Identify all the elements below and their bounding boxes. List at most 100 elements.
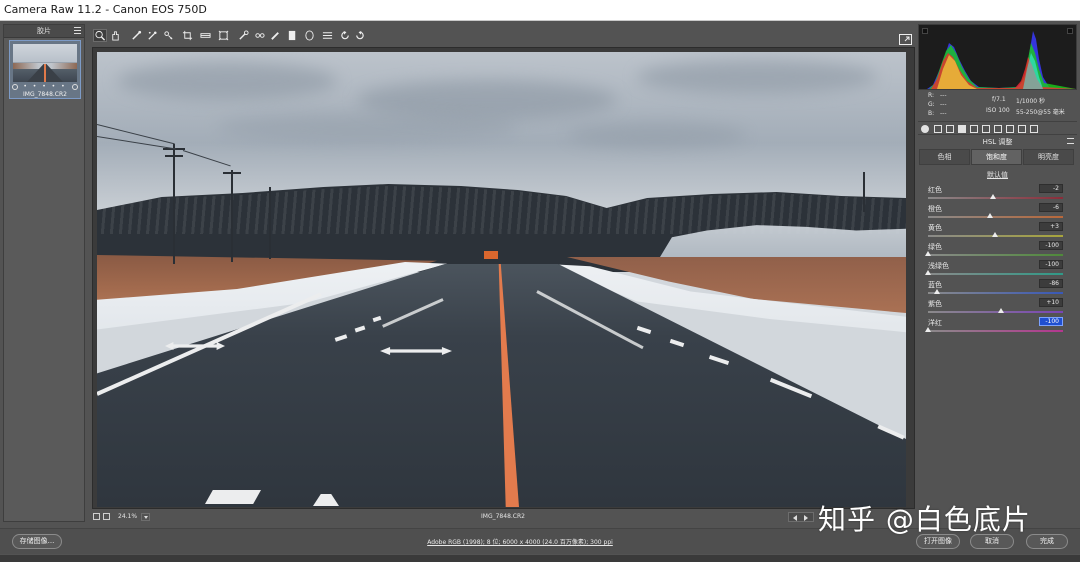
slider-row-aqua: 浅绿色 -100 (918, 260, 1077, 280)
default-link[interactable]: 默认值 (918, 170, 1077, 180)
presets-icon[interactable] (1018, 125, 1026, 133)
zoom-tool-icon[interactable] (93, 29, 107, 42)
slider-row-blue: 蓝色 -86 (918, 279, 1077, 299)
preview-photo[interactable] (97, 52, 906, 507)
g-value: --- (940, 101, 947, 108)
effects-panel-icon[interactable] (994, 125, 1002, 133)
adjustment-brush-icon[interactable] (270, 30, 281, 41)
iso: ISO 100 (986, 107, 1010, 114)
adjustment-panel: R: --- G: --- B: --- f/7.1 1/1000 秒 ISO … (918, 24, 1077, 522)
tab-hue[interactable]: 色相 (919, 149, 970, 165)
slider-value-magenta[interactable]: -100 (1039, 317, 1063, 326)
image-navigation[interactable] (788, 512, 814, 522)
panel-menu-icon[interactable] (1067, 138, 1074, 144)
basic-panel-icon[interactable] (921, 125, 929, 133)
slider-track-purple[interactable] (928, 311, 1063, 313)
slider-label-aqua: 浅绿色 (928, 262, 949, 270)
color-sampler-tool-icon[interactable] (147, 30, 158, 41)
watermark: 知乎 @白色底片 (818, 503, 1031, 536)
slider-value-blue[interactable]: -86 (1039, 279, 1063, 288)
hsl-tabs: 色相 饱和度 明亮度 (919, 149, 1075, 165)
slider-row-red: 红色 -2 (918, 184, 1077, 204)
b-label: B: (928, 110, 935, 117)
slider-thumb-yellow[interactable] (992, 232, 999, 237)
aperture: f/7.1 (992, 96, 1006, 103)
window-title: Camera Raw 11.2 - Canon EOS 750D (4, 3, 207, 16)
targeted-adjustment-tool-icon[interactable] (163, 30, 174, 41)
window-bottom-edge (0, 555, 1080, 562)
red-eye-removal-icon[interactable] (254, 30, 265, 41)
spot-removal-tool-icon[interactable] (238, 30, 249, 41)
straighten-tool-icon[interactable] (200, 30, 211, 41)
calibration-icon[interactable] (1006, 125, 1014, 133)
crop-tool-icon[interactable] (182, 30, 193, 41)
slider-value-purple[interactable]: +10 (1039, 298, 1063, 307)
slider-thumb-blue[interactable] (934, 289, 941, 294)
detail-panel-icon[interactable] (946, 125, 954, 133)
image-preview[interactable] (92, 47, 915, 509)
histogram (918, 24, 1077, 90)
slider-label-yellow: 黄色 (928, 224, 942, 232)
white-balance-tool-icon[interactable] (131, 30, 142, 41)
rating-stars[interactable]: • • • • • (10, 83, 80, 90)
slider-row-purple: 紫色 +10 (918, 298, 1077, 318)
slider-thumb-purple[interactable] (997, 308, 1004, 313)
done-button[interactable]: 完成 (1026, 534, 1068, 549)
slider-track-blue[interactable] (928, 292, 1063, 294)
slider-row-magenta: 洋红 -100 (918, 317, 1077, 337)
r-value: --- (940, 92, 947, 99)
slider-row-orange: 橙色 -6 (918, 203, 1077, 223)
title-bar: Camera Raw 11.2 - Canon EOS 750D (0, 0, 1080, 21)
snapshots-icon[interactable] (1030, 125, 1038, 133)
adjusted-badge-icon (72, 84, 78, 90)
slider-track-magenta[interactable] (928, 330, 1063, 332)
slider-value-aqua[interactable]: -100 (1039, 260, 1063, 269)
fullscreen-icon[interactable] (899, 30, 912, 45)
exif-info: R: --- G: --- B: --- f/7.1 1/1000 秒 ISO … (918, 91, 1077, 119)
panel-title: HSL 调整 (982, 138, 1013, 146)
slider-thumb-orange[interactable] (987, 213, 994, 218)
slider-thumb-magenta[interactable] (925, 327, 931, 332)
lens-corrections-icon[interactable] (982, 125, 990, 133)
camera-raw-window: Camera Raw 11.2 - Canon EOS 750D 胶片 • • … (0, 0, 1080, 562)
slider-thumb-green[interactable] (925, 251, 931, 256)
rotate-right-icon[interactable] (354, 30, 365, 41)
thumbnail-image (13, 44, 77, 82)
slider-label-orange: 橙色 (928, 205, 942, 213)
highlight-clipping-icon[interactable] (1067, 28, 1073, 34)
tab-luminance[interactable]: 明亮度 (1023, 149, 1074, 165)
slider-track-green[interactable] (928, 254, 1063, 256)
tone-curve-icon[interactable] (934, 125, 942, 133)
filmstrip-header: 胶片 (4, 25, 84, 38)
tab-saturation[interactable]: 饱和度 (971, 149, 1022, 165)
prev-image-icon[interactable] (793, 515, 797, 521)
filmstrip-thumbnail[interactable]: • • • • • IMG_7848.CR2 (9, 40, 81, 99)
graduated-filter-icon[interactable] (287, 30, 298, 41)
workflow-options-link[interactable]: Adobe RGB (1998); 8 位; 6000 x 4000 (24.0… (0, 537, 1040, 546)
tool-bar (88, 24, 916, 46)
slider-label-red: 红色 (928, 186, 942, 194)
slider-track-aqua[interactable] (928, 273, 1063, 275)
split-toning-icon[interactable] (970, 125, 978, 133)
rotate-left-icon[interactable] (340, 30, 351, 41)
slider-label-purple: 紫色 (928, 300, 942, 308)
slider-track-orange[interactable] (928, 216, 1063, 218)
slider-thumb-red[interactable] (989, 194, 996, 199)
hand-tool-icon[interactable] (110, 30, 121, 41)
shadow-clipping-icon[interactable] (922, 28, 928, 34)
filmstrip-label: 胶片 (37, 27, 51, 35)
preview-status-bar: 24.1% IMG_7848.CR2 (88, 510, 918, 524)
presets-list-icon[interactable] (322, 30, 333, 41)
slider-row-yellow: 黄色 +3 (918, 222, 1077, 242)
transform-tool-icon[interactable] (218, 30, 229, 41)
slider-value-red[interactable]: -2 (1039, 184, 1063, 193)
radial-filter-icon[interactable] (304, 30, 315, 41)
slider-value-yellow[interactable]: +3 (1039, 222, 1063, 231)
filmstrip-menu-icon[interactable] (74, 27, 81, 34)
slider-value-orange[interactable]: -6 (1039, 203, 1063, 212)
g-label: G: (928, 101, 935, 108)
slider-value-green[interactable]: -100 (1039, 241, 1063, 250)
hsl-panel-icon[interactable] (958, 125, 966, 133)
next-image-icon[interactable] (804, 515, 808, 521)
slider-thumb-aqua[interactable] (925, 270, 931, 275)
